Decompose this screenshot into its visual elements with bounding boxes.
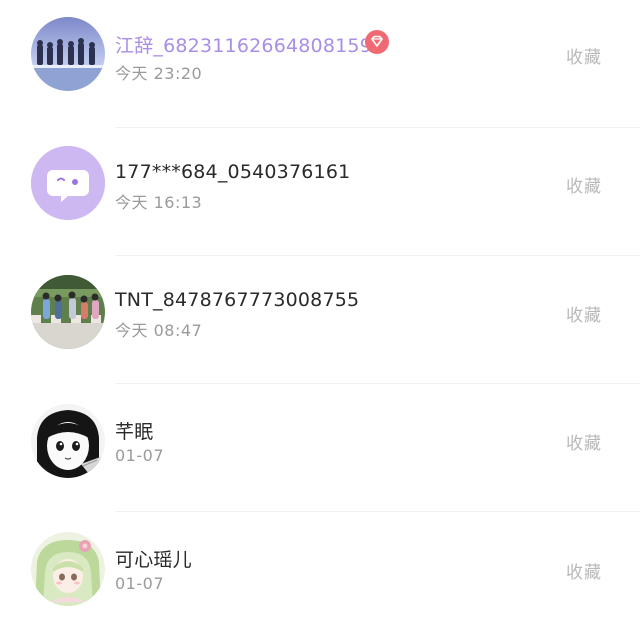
timestamp: 01-07: [115, 574, 164, 593]
user-name: TNT_8478767773008755: [115, 289, 360, 311]
favorite-button[interactable]: 收藏: [566, 301, 602, 326]
avatar[interactable]: [31, 275, 105, 349]
user-name: 芊眠: [115, 421, 154, 443]
list-item[interactable]: 江辞_6823116266480815​9 今天 23:20 收藏: [0, 0, 640, 128]
list-item[interactable]: TNT_8478767773008755 今天 08:47 收藏: [0, 256, 640, 384]
avatar[interactable]: [31, 532, 105, 606]
timestamp: 今天 23:20: [115, 64, 203, 83]
list-item[interactable]: 177***684_0540376161 今天 16:13 收藏: [0, 128, 640, 256]
timestamp: 今天 08:47: [115, 321, 203, 340]
user-name: 江辞_6823116266480815​9: [115, 35, 373, 57]
avatar[interactable]: [31, 404, 105, 478]
user-list: 江辞_6823116266480815​9 今天 23:20 收藏 177***…: [0, 0, 640, 617]
user-name: 可心瑶儿: [115, 549, 192, 571]
avatar[interactable]: [31, 17, 105, 91]
timestamp: 今天 16:13: [115, 193, 203, 212]
chat-bubble-icon[interactable]: [31, 146, 105, 220]
user-name: 177***684_0540376161: [115, 161, 351, 183]
timestamp: 01-07: [115, 446, 164, 465]
diamond-icon: [365, 30, 389, 54]
favorite-button[interactable]: 收藏: [566, 429, 602, 454]
favorite-button[interactable]: 收藏: [566, 43, 602, 68]
favorite-button[interactable]: 收藏: [566, 172, 602, 197]
list-item[interactable]: 芊眠 01-07 收藏: [0, 384, 640, 512]
favorite-button[interactable]: 收藏: [566, 558, 602, 583]
list-item[interactable]: 可心瑶儿 01-07 收藏: [0, 512, 640, 640]
